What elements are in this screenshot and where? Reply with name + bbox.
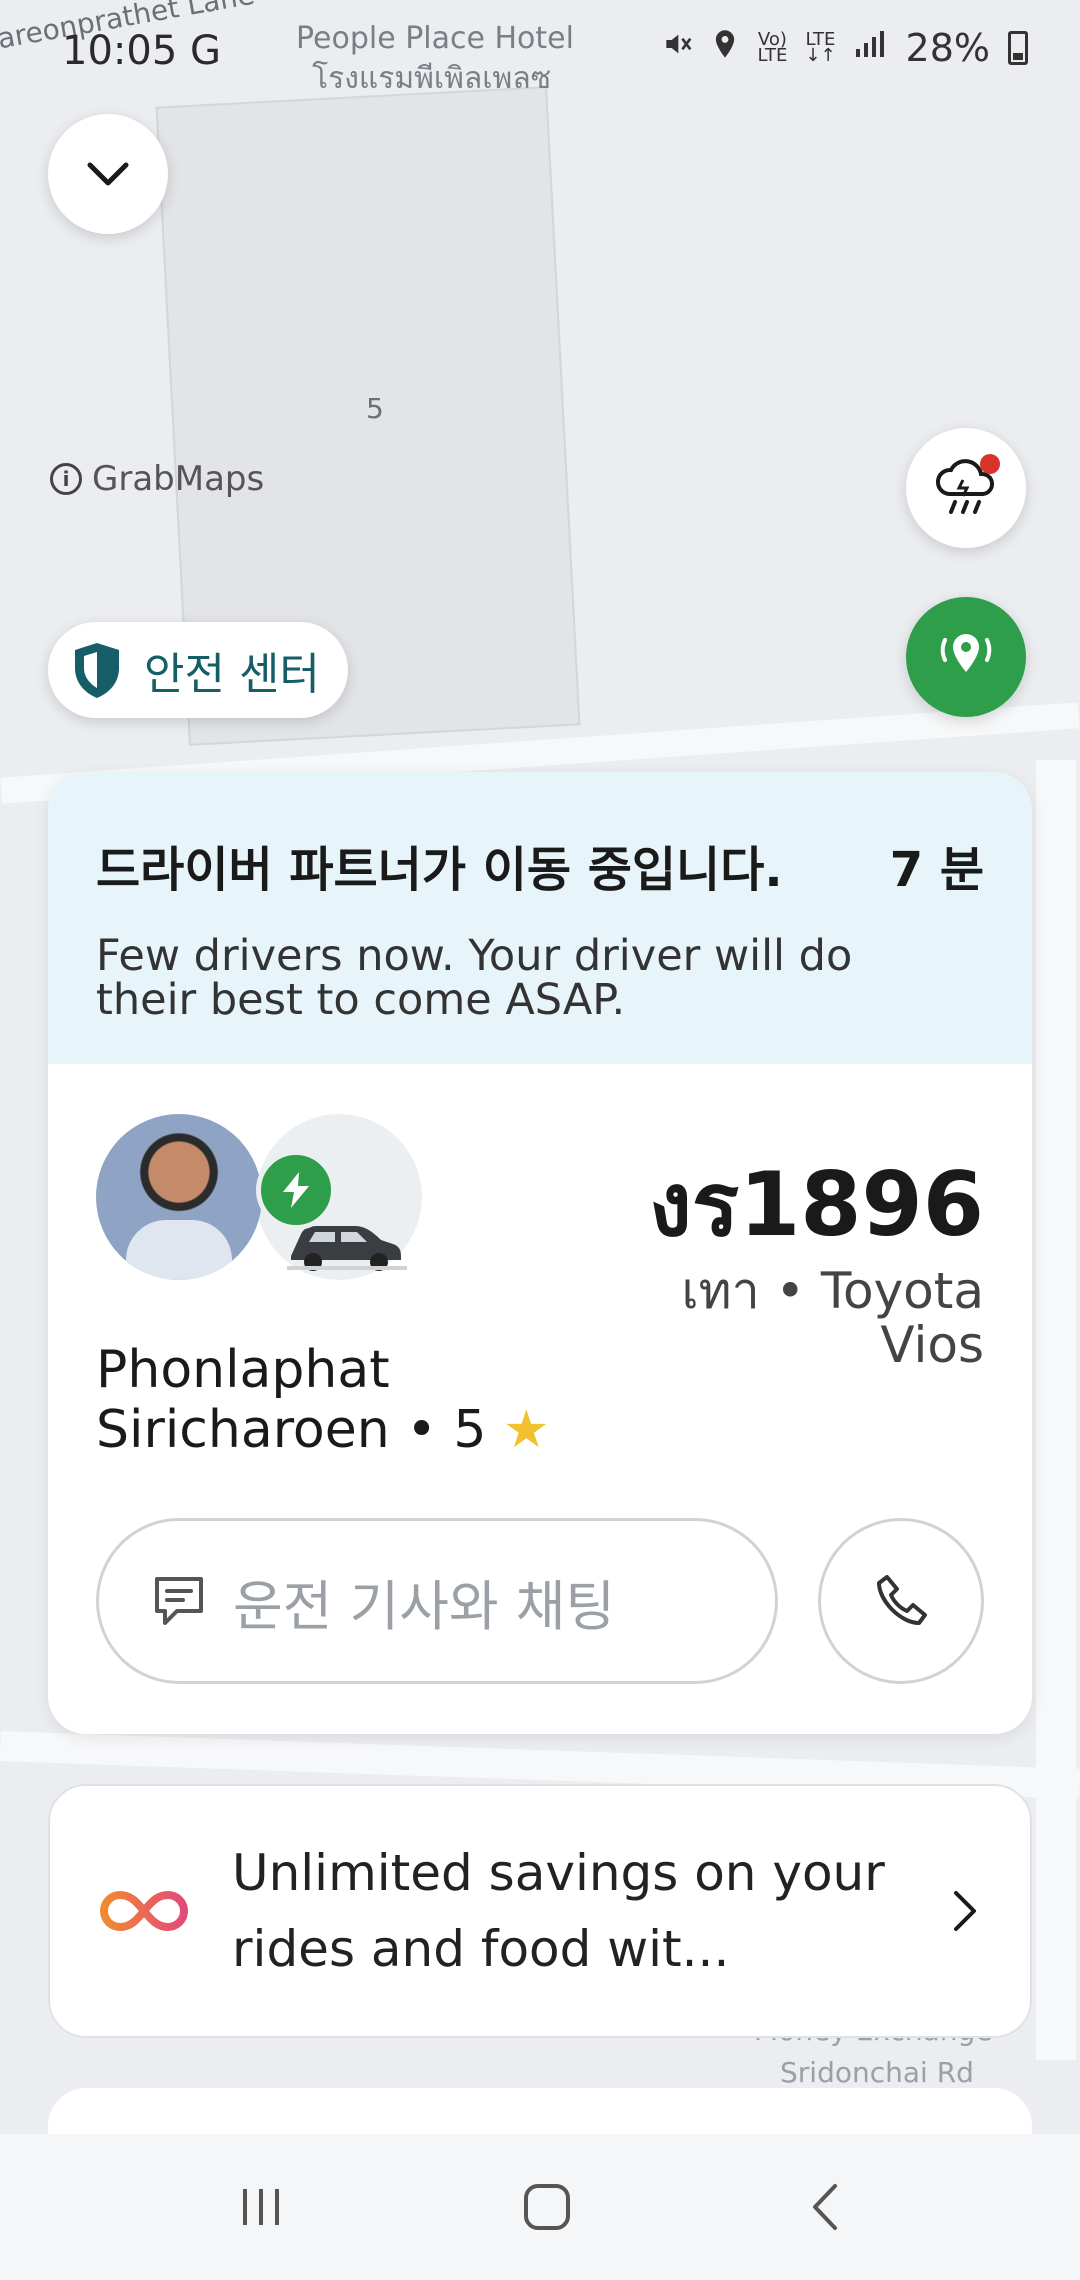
trip-card: 드라이버 파트너가 이동 중입니다. 7 분 Few drivers now. … [48, 772, 1032, 1734]
safety-center-label: 안전 센터 [144, 649, 320, 700]
map-label-number: 5 [366, 392, 384, 425]
chevron-down-icon [87, 162, 129, 186]
phone-icon [877, 1575, 927, 1625]
volte-icon: Vo) LTE [757, 29, 788, 66]
eta-minutes: 7 분 [889, 842, 984, 898]
mute-icon [661, 28, 693, 68]
map-road [1036, 760, 1076, 2060]
star-icon: ★ [503, 1400, 550, 1460]
driver-name-rating: Phonlaphat Siricharoen • 5 ★ [96, 1340, 550, 1460]
chevron-right-icon [954, 1891, 976, 1931]
battery-icon [1008, 31, 1028, 65]
status-bar: 10:05 G Vo) LTE LTE ↓↑ 28% [0, 0, 1080, 100]
call-driver-button[interactable] [818, 1518, 984, 1684]
attribution-label: GrabMaps [92, 459, 265, 499]
battery-level: 28% [905, 26, 990, 70]
lightning-icon [283, 1172, 309, 1208]
notification-dot [980, 454, 1000, 474]
location-icon [711, 28, 739, 68]
back-icon[interactable] [807, 2182, 843, 2232]
shield-icon [75, 643, 119, 698]
signal-icon [854, 29, 888, 67]
system-nav-bar [0, 2134, 1080, 2280]
lte-icon: LTE ↓↑ [805, 29, 836, 66]
map-attribution[interactable]: i GrabMaps [50, 459, 264, 499]
share-location-button[interactable] [906, 597, 1026, 717]
vehicle-description: เทา • Toyota Vios [681, 1262, 984, 1374]
chat-icon [155, 1577, 203, 1625]
map-label-road: Sridonchai Rd [780, 2056, 974, 2089]
info-icon: i [50, 463, 82, 495]
weather-button[interactable] [906, 428, 1026, 548]
collapse-button[interactable] [48, 114, 168, 234]
license-plate: งร1896 [648, 1153, 984, 1256]
home-icon[interactable] [522, 2182, 572, 2232]
promo-banner[interactable]: Unlimited savings on your rides and food… [48, 1784, 1032, 2038]
trip-status-subtitle: Few drivers now. Your driver will do the… [96, 931, 853, 1025]
electric-badge [256, 1150, 336, 1230]
safety-center-button[interactable]: 안전 센터 [48, 622, 348, 718]
recents-icon[interactable] [237, 2185, 287, 2229]
location-broadcast-icon [940, 634, 992, 672]
trip-status-title: 드라이버 파트너가 이동 중입니다. [96, 842, 783, 898]
driver-avatar[interactable] [96, 1114, 262, 1280]
driver-info: งร1896 เทา • Toyota Vios Phonlaphat Siri… [48, 1064, 1032, 1734]
chat-with-driver-button[interactable]: 운전 기사와 채팅 [96, 1518, 778, 1684]
trip-status-banner: 드라이버 파트너가 이동 중입니다. 7 분 Few drivers now. … [48, 772, 1032, 1064]
status-icons: Vo) LTE LTE ↓↑ 28% [661, 26, 1028, 70]
chat-placeholder: 운전 기사와 채팅 [233, 1574, 616, 1638]
status-time: 10:05 G [62, 28, 221, 74]
promo-text: Unlimited savings on your rides and food… [232, 1844, 885, 1978]
subscription-loop-icon [100, 1890, 188, 1932]
